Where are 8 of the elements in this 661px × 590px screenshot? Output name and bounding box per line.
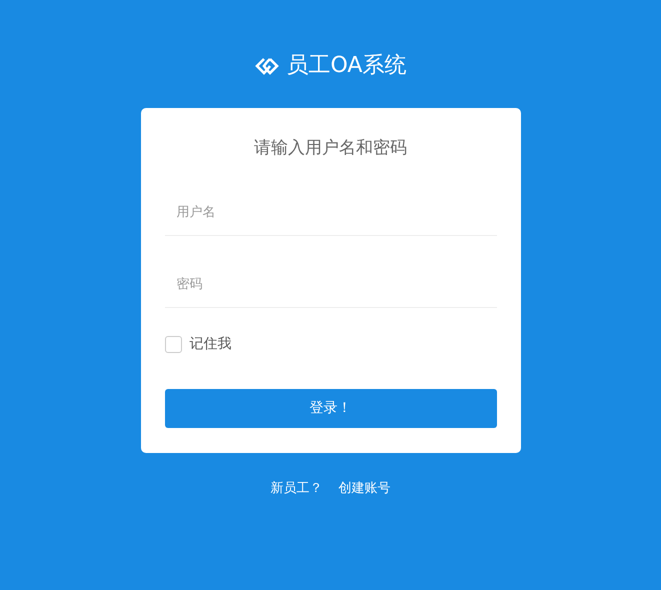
remember-label[interactable]: 记住我 xyxy=(190,334,232,354)
create-account-link[interactable]: 创建账号 xyxy=(338,478,390,498)
remember-checkbox[interactable] xyxy=(164,336,182,352)
logo-icon xyxy=(254,57,278,75)
form-heading: 请输入用户名和密码 xyxy=(253,137,408,160)
new-employee-prompt: 新员工？ xyxy=(270,480,322,498)
app-title: 员工OA系统 xyxy=(286,52,406,80)
login-button[interactable]: 登录！ xyxy=(164,388,496,428)
